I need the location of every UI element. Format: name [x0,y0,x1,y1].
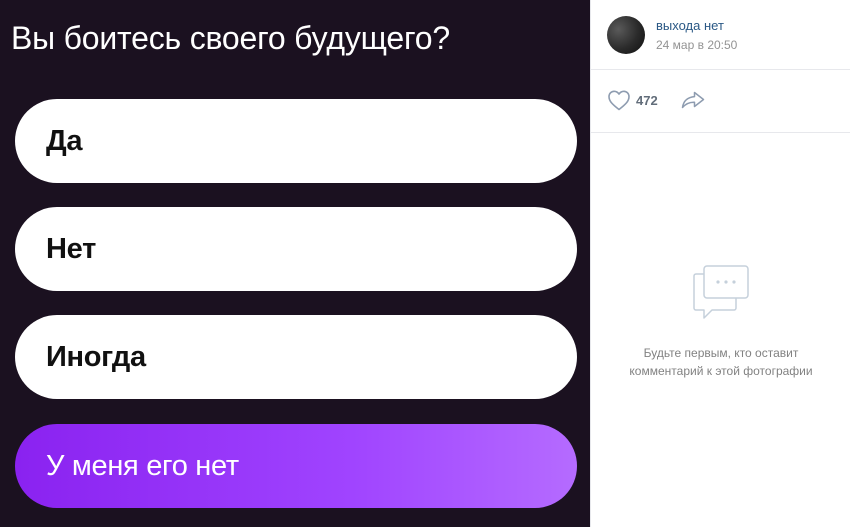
post-sidebar: выхода нет 24 мар в 20:50 472 Будьте пер… [590,0,850,527]
author-name-link[interactable]: выхода нет [656,18,737,34]
like-button[interactable]: 472 [607,89,658,111]
heart-icon [608,90,630,111]
post-author: выхода нет 24 мар в 20:50 [607,16,737,54]
divider [591,69,850,70]
poll-option-label: У меня его нет [46,449,239,482]
share-arrow-icon [681,91,704,109]
post-date[interactable]: 24 мар в 20:50 [656,37,737,53]
like-count: 472 [636,92,658,108]
comments-empty-line: Будьте первым, кто оставит [643,346,799,360]
comment-bubble-icon [693,265,749,319]
post-photo[interactable]: Вы боитесь своего будущего? Да Нет Иногд… [0,0,590,527]
poll-option-selected[interactable]: У меня его нет [15,424,577,508]
avatar[interactable] [607,16,645,54]
poll-option-da[interactable]: Да [15,99,577,183]
poll-option-inogda[interactable]: Иногда [15,315,577,399]
post-actions: 472 [607,89,706,111]
poll-question: Вы боитесь своего будущего? [11,20,450,56]
poll-option-label: Да [46,124,83,157]
poll-option-label: Нет [46,232,96,265]
poll-option-net[interactable]: Нет [15,207,577,291]
comments-empty-text: Будьте первым, кто оставит комментарий к… [591,344,850,380]
comments-empty-line: комментарий к этой фотографии [629,364,813,378]
share-button[interactable] [680,90,706,110]
divider [591,132,850,133]
author-info: выхода нет 24 мар в 20:50 [656,18,737,53]
poll-option-label: Иногда [46,340,146,373]
comments-empty-state: Будьте первым, кто оставит комментарий к… [591,262,850,380]
